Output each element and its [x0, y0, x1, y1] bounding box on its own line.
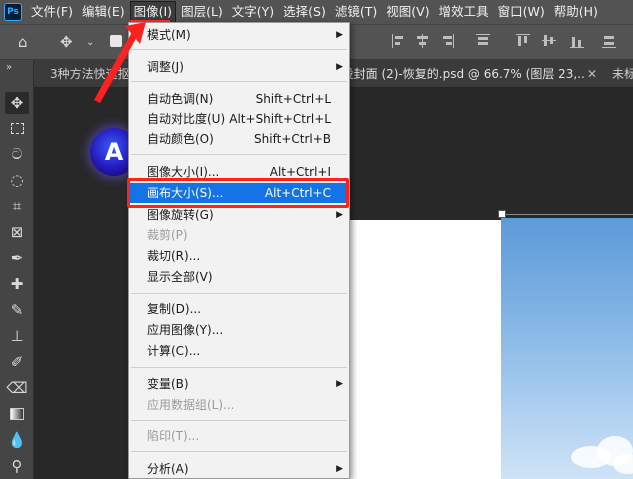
annotation-arrow-icon [94, 22, 146, 103]
